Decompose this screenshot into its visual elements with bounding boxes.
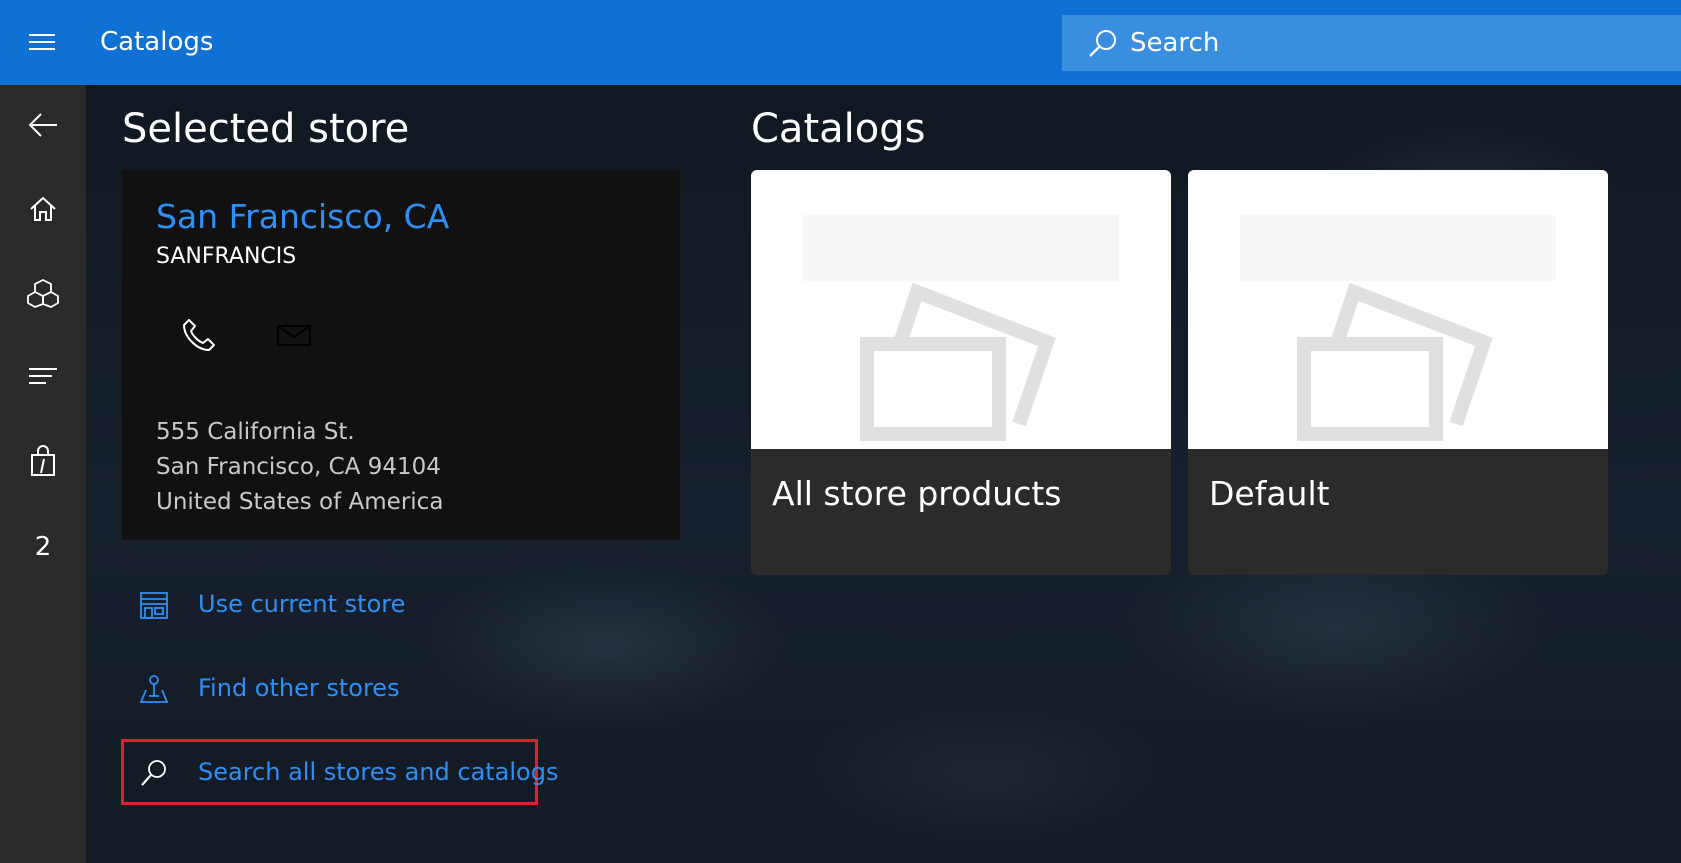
catalogs-heading: Catalogs [751,106,926,152]
use-current-store-label: Use current store [198,590,406,618]
use-current-store-link[interactable]: Use current store [124,574,484,634]
address-line-3: United States of America [156,489,444,515]
home-icon [29,195,57,227]
products-button[interactable] [0,260,86,330]
image-placeholder-icon [859,282,1059,442]
store-name-link[interactable]: San Francisco, CA [156,196,449,238]
thumbnail-banner [1240,215,1556,281]
search-box[interactable]: Search [1062,15,1681,71]
selected-store-heading: Selected store [122,106,410,152]
thumbnail-banner [803,215,1119,281]
catalog-tile[interactable]: All store products [751,170,1171,575]
image-placeholder-icon [1296,282,1496,442]
search-icon [1086,27,1120,61]
email-store-button[interactable] [269,312,319,362]
search-all-stores-label: Search all stores and catalogs [198,758,559,786]
boxes-icon [27,278,59,312]
map-pin-icon [138,673,170,705]
cart-button[interactable] [0,428,86,498]
back-arrow-icon [27,111,59,143]
shopping-bag-icon [30,445,56,481]
catalog-name: All store products [772,474,1062,513]
catalog-thumbnail [751,170,1171,449]
cart-count-badge[interactable]: 2 [0,512,86,582]
back-button[interactable] [0,92,86,162]
top-bar: Catalogs Search [0,0,1681,85]
address-line-1: 555 California St. [156,419,355,445]
home-button[interactable] [0,176,86,246]
search-all-stores-link[interactable]: Search all stores and catalogs [121,739,558,805]
address-line-2: San Francisco, CA 94104 [156,454,441,480]
search-placeholder: Search [1130,28,1220,58]
call-store-button[interactable] [174,312,224,362]
search-icon [138,757,170,789]
store-icon [138,589,170,621]
list-icon [28,366,58,392]
find-other-stores-link[interactable]: Find other stores [124,658,484,718]
catalog-name: Default [1209,474,1330,513]
store-code: SANFRANCIS [156,244,297,269]
find-other-stores-label: Find other stores [198,674,400,702]
hamburger-icon[interactable] [22,28,64,58]
catalog-tile[interactable]: Default [1188,170,1608,575]
store-card: San Francisco, CA SANFRANCIS 555 Califor… [122,170,680,540]
mail-icon [276,323,312,351]
nav-rail: 2 [0,85,86,863]
list-button[interactable] [0,344,86,414]
cart-count: 2 [34,532,52,562]
app-title: Catalogs [100,27,214,57]
catalog-thumbnail [1188,170,1608,449]
phone-icon [181,317,217,357]
